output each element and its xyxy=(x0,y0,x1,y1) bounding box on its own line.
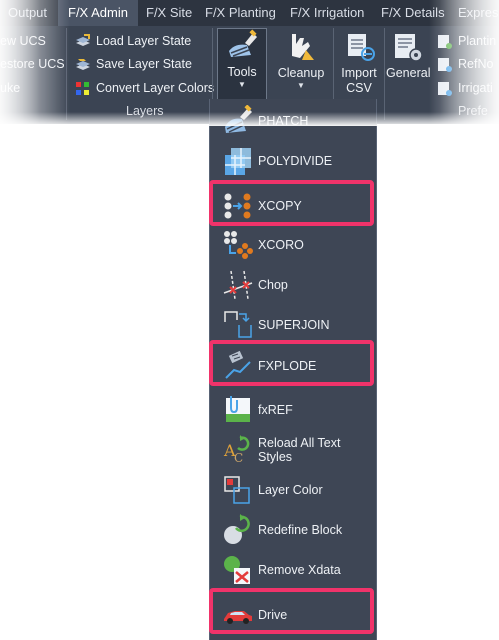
import-csv-button[interactable]: Import CSV xyxy=(337,30,381,96)
menu-item-chop[interactable]: Chop xyxy=(210,265,376,305)
general-label: General xyxy=(386,66,431,80)
separator xyxy=(66,28,67,120)
menu-item-label: SUPERJOIN xyxy=(258,318,330,332)
convert-layer-colors-icon xyxy=(76,81,89,95)
new-ucs-button[interactable]: ew UCS xyxy=(0,30,46,52)
restore-ucs-label: estore UCS xyxy=(0,57,65,71)
menu-item-label: fxREF xyxy=(258,403,293,417)
tools-button[interactable]: Tools ▼ xyxy=(217,28,267,100)
highlight-box-drive xyxy=(209,588,374,634)
planting-prefs-label: Plantin xyxy=(458,34,497,48)
chevron-down-icon: ▼ xyxy=(238,80,246,89)
layers-group-label: Layers xyxy=(126,104,164,118)
menu-item-label: Reload All Text Styles xyxy=(258,436,341,464)
chevron-down-icon: ▼ xyxy=(297,81,305,90)
irrigation-prefs-button[interactable]: Irrigati xyxy=(437,77,493,99)
menu-item-phatch[interactable]: PHATCH xyxy=(210,101,376,141)
load-layer-state-icon xyxy=(76,33,90,46)
menu-item-layer-color[interactable]: Layer Color xyxy=(210,470,376,510)
redefine-block-icon xyxy=(224,514,250,544)
menu-item-xcoro[interactable]: XCORO xyxy=(210,225,376,265)
layer-color-icon xyxy=(224,476,250,504)
tab-fx-details[interactable]: F/X Details xyxy=(381,0,445,26)
fxref-icon xyxy=(226,396,250,422)
convert-layer-colors-button[interactable]: Convert Layer Colors xyxy=(75,77,214,99)
planting-prefs-icon xyxy=(438,34,452,49)
save-layer-state-button[interactable]: Save Layer State xyxy=(75,53,192,75)
menu-item-reload-text-styles[interactable]: A C Reload All Text Styles xyxy=(210,430,376,470)
superjoin-icon xyxy=(224,311,252,338)
nuke-label: uke xyxy=(0,81,21,95)
polydivide-icon xyxy=(225,148,251,175)
general-button[interactable]: General xyxy=(386,30,430,81)
ribbon-tab-bar: Output F/X Admin F/X Site F/X Planting F… xyxy=(0,0,499,26)
import-label-line1: Import xyxy=(341,66,377,80)
reload-text-styles-icon: A C xyxy=(223,435,250,465)
highlight-box-fxplode xyxy=(209,340,374,386)
phatch-icon xyxy=(225,105,252,133)
menu-item-label: Remove Xdata xyxy=(258,563,341,577)
refnotes-prefs-button[interactable]: RefNo xyxy=(437,53,493,75)
load-layer-state-button[interactable]: Load Layer State xyxy=(75,30,191,52)
load-layer-state-label: Load Layer State xyxy=(96,34,192,48)
refnotes-prefs-icon xyxy=(438,57,452,72)
restore-ucs-button[interactable]: estore UCS xyxy=(0,53,65,75)
remove-xdata-icon xyxy=(224,556,250,584)
save-layer-state-label: Save Layer State xyxy=(96,57,192,71)
svg-text:C: C xyxy=(234,451,243,465)
menu-item-polydivide[interactable]: POLYDIVIDE xyxy=(210,141,376,181)
tab-fx-site[interactable]: F/X Site xyxy=(146,0,192,26)
preferences-group-label: Prefe xyxy=(458,104,488,118)
xcoro-icon xyxy=(224,231,253,259)
highlight-box-xcopy xyxy=(209,180,374,226)
menu-item-label: POLYDIVIDE xyxy=(258,154,333,168)
convert-layer-colors-label: Convert Layer Colors xyxy=(96,81,215,95)
general-settings-icon xyxy=(395,34,423,62)
tab-fx-admin[interactable]: F/X Admin xyxy=(58,0,138,26)
import-csv-icon xyxy=(348,34,375,61)
save-layer-state-icon xyxy=(76,58,90,70)
refnotes-prefs-label: RefNo xyxy=(458,57,494,71)
tab-fx-planting[interactable]: F/X Planting xyxy=(205,0,276,26)
menu-item-fxref[interactable]: fxREF xyxy=(210,390,376,430)
tools-icon xyxy=(229,29,257,57)
separator xyxy=(384,28,385,120)
menu-item-label: Chop xyxy=(258,278,288,292)
cleanup-button[interactable]: Cleanup ▼ xyxy=(274,30,328,91)
irrigation-prefs-label: Irrigati xyxy=(458,81,493,95)
menu-item-label: Redefine Block xyxy=(258,523,343,537)
tab-fx-irrigation[interactable]: F/X Irrigation xyxy=(290,0,364,26)
menu-item-redefine-block[interactable]: Redefine Block xyxy=(210,510,376,550)
tools-label: Tools xyxy=(227,65,257,79)
cleanup-icon xyxy=(292,34,314,60)
planting-prefs-button[interactable]: Plantin xyxy=(437,30,496,52)
menu-item-superjoin[interactable]: SUPERJOIN xyxy=(210,305,376,345)
import-label-line2: CSV xyxy=(346,81,372,95)
menu-item-remove-xdata[interactable]: Remove Xdata xyxy=(210,550,376,590)
menu-item-label: Layer Color xyxy=(258,483,323,497)
tab-express[interactable]: Expres xyxy=(458,0,498,26)
tab-output[interactable]: Output xyxy=(8,0,47,26)
menu-item-label: PHATCH xyxy=(258,114,309,128)
menu-item-label: XCORO xyxy=(258,238,304,252)
irrigation-prefs-icon xyxy=(438,81,452,96)
nuke-button[interactable]: uke xyxy=(0,77,20,99)
new-ucs-label: ew UCS xyxy=(0,34,46,48)
chop-icon xyxy=(223,270,253,300)
cleanup-label: Cleanup xyxy=(277,66,325,80)
